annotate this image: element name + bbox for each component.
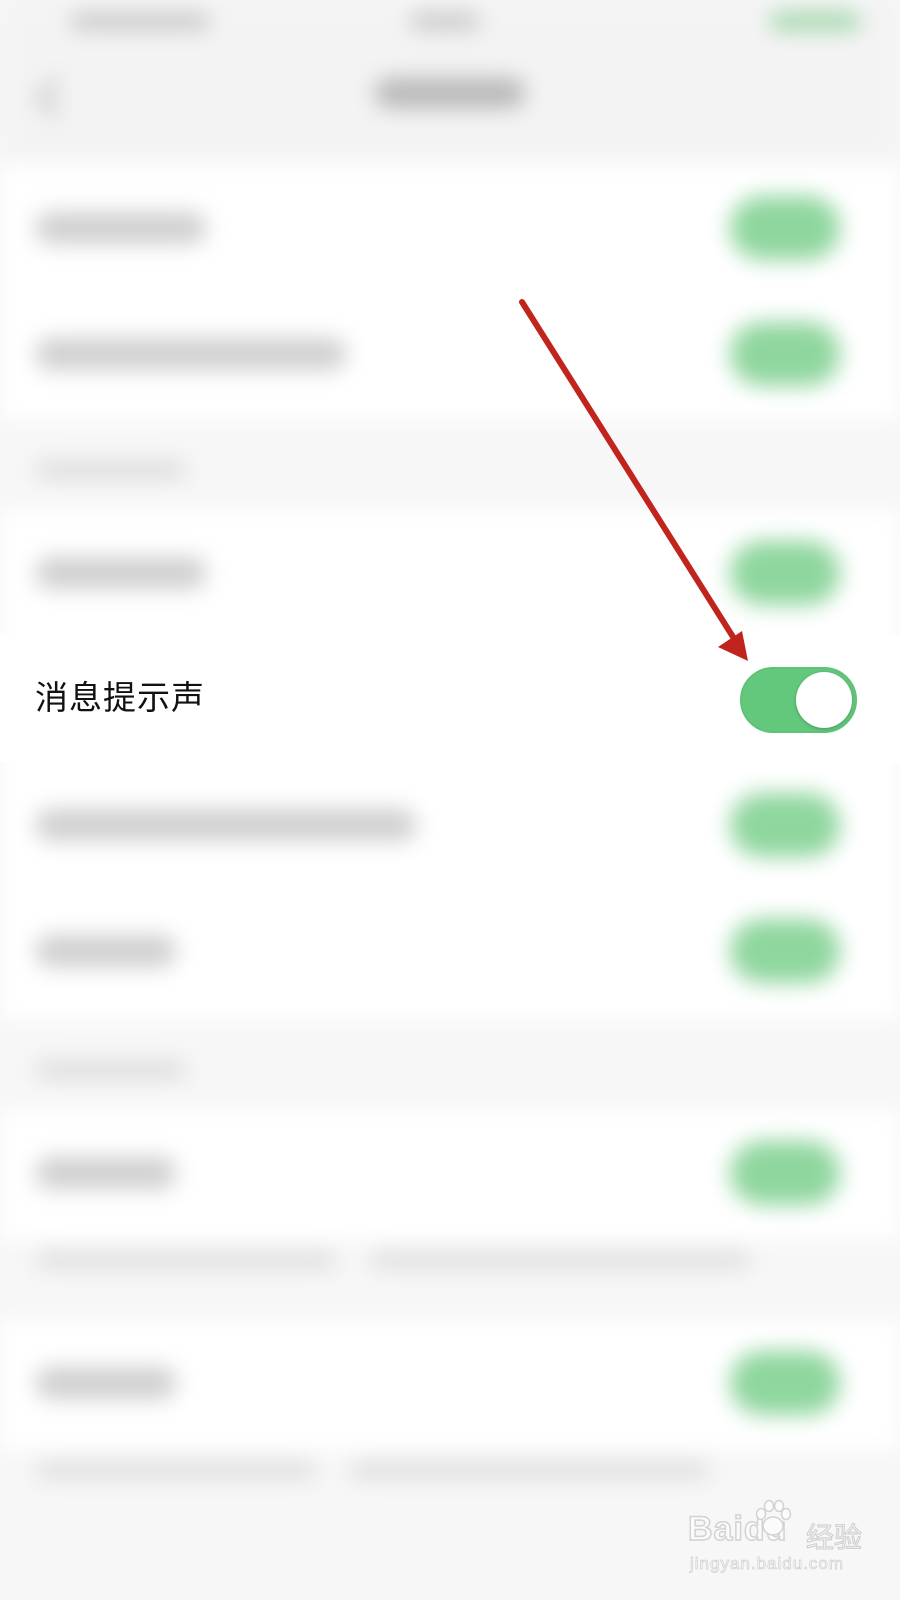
back-arrow-icon[interactable] — [36, 78, 75, 117]
setting-row[interactable] — [0, 510, 900, 636]
settings-screen: 消息提示声 Baidu 经验 jingyan.baidu.com — [0, 0, 900, 1600]
message-sound-label: 消息提示声 — [35, 678, 205, 717]
toggle-knob[interactable] — [796, 672, 852, 728]
setting-row[interactable] — [0, 165, 900, 291]
toggle-switch[interactable] — [730, 196, 840, 260]
watermark-url: jingyan.baidu.com — [690, 1554, 845, 1574]
setting-row[interactable] — [0, 888, 900, 1014]
status-bar — [0, 0, 900, 50]
settings-group — [0, 510, 900, 1020]
setting-row[interactable] — [0, 291, 900, 417]
toggle-switch[interactable] — [730, 793, 840, 857]
toggle-switch[interactable] — [730, 1351, 840, 1415]
toggle-switch[interactable] — [730, 322, 840, 386]
baidu-jingyan-watermark: Baidu 经验 jingyan.baidu.com — [687, 1498, 888, 1588]
setting-row[interactable] — [0, 1320, 900, 1446]
section-header — [36, 1062, 186, 1078]
watermark-brand-cn: 经验 — [805, 1520, 863, 1554]
settings-group — [0, 1320, 900, 1450]
section-footnote — [350, 1462, 710, 1478]
toggle-switch[interactable] — [730, 1141, 840, 1205]
settings-group — [0, 1110, 900, 1240]
paw-icon — [755, 1499, 792, 1536]
blurred-background — [0, 0, 900, 1600]
navigation-bar — [0, 50, 900, 160]
setting-row[interactable] — [0, 762, 900, 888]
page-title — [375, 78, 525, 108]
message-sound-toggle[interactable] — [740, 667, 857, 733]
setting-row[interactable] — [0, 1110, 900, 1236]
section-footnote — [370, 1252, 750, 1268]
toggle-switch[interactable] — [730, 919, 840, 983]
section-footnote — [36, 1462, 316, 1478]
section-footnote — [36, 1252, 336, 1268]
toggle-switch[interactable] — [730, 541, 840, 605]
message-sound-setting-row[interactable]: 消息提示声 — [0, 636, 900, 762]
settings-group — [0, 165, 900, 420]
section-header — [36, 462, 186, 478]
